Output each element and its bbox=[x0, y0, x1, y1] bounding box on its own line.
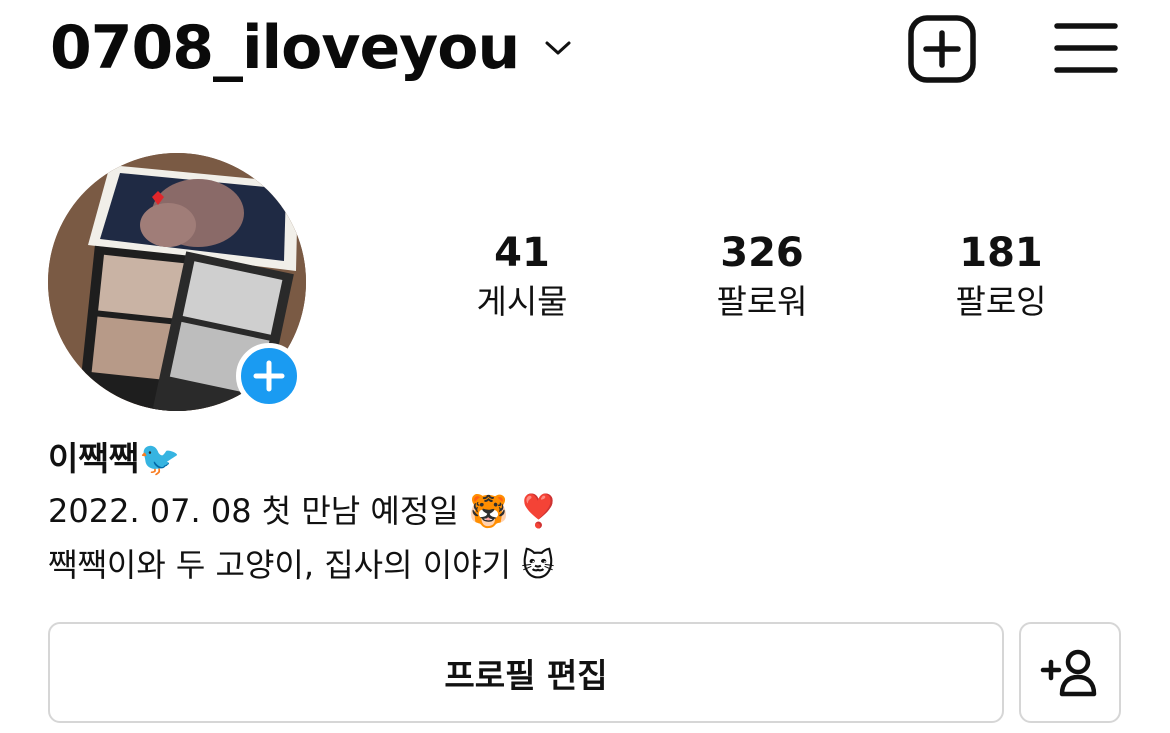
add-person-icon bbox=[1040, 649, 1097, 696]
followers-count[interactable]: 326 팔로워 bbox=[672, 228, 852, 324]
plus-square-icon bbox=[908, 15, 976, 83]
plus-icon bbox=[253, 360, 285, 392]
hamburger-menu-icon bbox=[1054, 23, 1118, 73]
following-count-label: 팔로잉 bbox=[955, 282, 1047, 321]
followers-count-label: 팔로워 bbox=[716, 282, 808, 321]
create-post-button[interactable] bbox=[906, 13, 978, 85]
cat-emoji: 🐱 bbox=[521, 546, 555, 584]
followers-count-value: 326 bbox=[720, 230, 804, 276]
bio-line-1: 2022. 07. 08 첫 만남 예정일 🐯 ❣️ bbox=[48, 488, 559, 534]
bio-line-1-text: 2022. 07. 08 첫 만남 예정일 bbox=[48, 492, 459, 530]
display-name: 이짹짹🐦 bbox=[48, 434, 180, 484]
edit-profile-button[interactable]: 프로필 편집 bbox=[48, 622, 1004, 723]
following-count-value: 181 bbox=[959, 230, 1043, 276]
bio-line-2-text: 짹짹이와 두 고양이, 집사의 이야기 bbox=[48, 546, 512, 584]
add-story-button[interactable] bbox=[236, 343, 302, 409]
posts-count[interactable]: 41 게시물 bbox=[432, 228, 612, 324]
tiger-heart-emoji: 🐯 ❣️ bbox=[468, 492, 559, 530]
bird-emoji: 🐦 bbox=[139, 439, 181, 478]
bio-line-2: 짹짹이와 두 고양이, 집사의 이야기 🐱 bbox=[48, 542, 555, 588]
discover-people-button[interactable] bbox=[1019, 622, 1121, 723]
username-switcher[interactable]: 0708_iloveyou bbox=[50, 12, 520, 84]
posts-count-label: 게시물 bbox=[476, 282, 568, 321]
following-count[interactable]: 181 팔로잉 bbox=[911, 228, 1091, 324]
profile-header: 0708_iloveyou bbox=[0, 0, 1170, 110]
chevron-down-icon[interactable] bbox=[543, 38, 573, 58]
menu-button[interactable] bbox=[1052, 18, 1120, 78]
posts-count-value: 41 bbox=[494, 230, 550, 276]
display-name-text: 이짹짹 bbox=[48, 439, 140, 478]
